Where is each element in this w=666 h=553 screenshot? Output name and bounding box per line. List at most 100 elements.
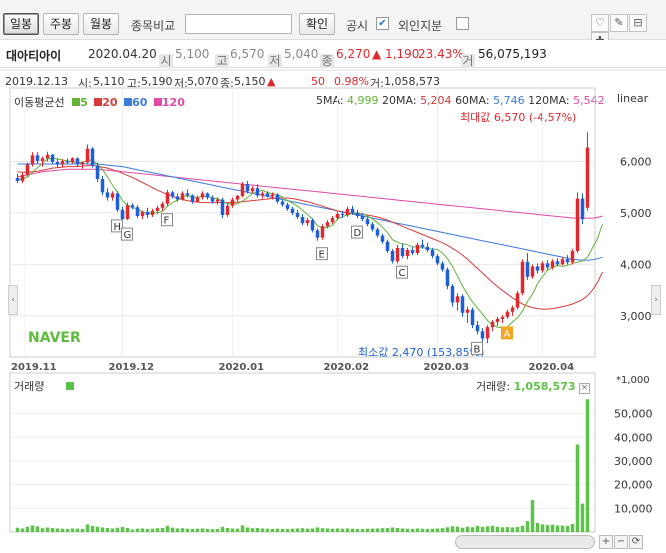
zoom-out-icon[interactable]: − [614, 535, 628, 549]
candle-body [160, 203, 165, 208]
volume-bar [435, 528, 440, 532]
naver-watermark: NAVER [28, 330, 81, 346]
volume-bar [490, 525, 495, 532]
volume-bar [390, 527, 395, 532]
candle-body [60, 160, 65, 165]
volume-bar [570, 523, 575, 532]
candle-body [390, 250, 395, 262]
volume-bar [35, 526, 40, 532]
volume-bar [245, 527, 250, 532]
price-chart[interactable]: HG F E D C B A 3,000 4,000 5,000 6,000 10,000 20,00… [0, 0, 666, 553]
candle-body [150, 210, 155, 215]
volume-bar [550, 524, 555, 532]
x-tick-label: 2020.01 [219, 362, 265, 373]
volume-bar [310, 528, 315, 532]
candle-body [255, 188, 260, 196]
candle-body [75, 158, 80, 165]
y-tick-label: 6,000 [620, 155, 652, 168]
volume-bar [165, 525, 170, 532]
candle-body [120, 209, 125, 220]
volume-bar [305, 528, 310, 532]
volume-bar [285, 528, 290, 532]
volume-bar [25, 526, 30, 532]
candle-body [190, 195, 195, 202]
candle-body [215, 199, 220, 202]
volume-bar [150, 528, 155, 532]
volume-tick-label: 20,000 [614, 479, 653, 492]
volume-bar [235, 528, 240, 532]
candle-body [440, 263, 445, 270]
volume-bar [130, 529, 135, 532]
candle-body [105, 192, 110, 198]
y-tick-label: 5,000 [620, 207, 652, 220]
volume-bar [265, 528, 270, 532]
candle-body [245, 184, 250, 192]
candle-body [470, 309, 475, 326]
candle-body [325, 222, 330, 227]
event-marker-label: B [474, 344, 481, 355]
scroll-right-icon[interactable]: › [651, 285, 661, 315]
candle-body [155, 207, 160, 211]
ma20-line [17, 165, 603, 310]
volume-bar [105, 527, 110, 532]
volume-bar [325, 528, 330, 532]
volume-bar [155, 528, 160, 532]
volume-bar [565, 525, 570, 532]
volume-bar [475, 525, 480, 532]
candle-body [540, 263, 545, 271]
candle-body [335, 213, 340, 219]
volume-bar [190, 528, 195, 532]
volume-bar [90, 525, 95, 532]
volume-bar [425, 528, 430, 532]
volume-bar [185, 528, 190, 532]
candle-body [235, 195, 240, 200]
volume-bar [370, 528, 375, 532]
volume-bar [375, 528, 380, 532]
candle-body [575, 198, 580, 251]
candle-body [90, 148, 95, 166]
candle-body [480, 331, 485, 339]
candle-body [460, 296, 465, 313]
volume-bar [255, 527, 260, 532]
candle-body [290, 208, 295, 213]
candle-body [525, 261, 530, 277]
volume-bar [30, 525, 35, 532]
reset-icon[interactable]: ⟳ [629, 535, 643, 549]
candle-body [55, 161, 60, 165]
volume-tick-label: 30,000 [614, 455, 653, 468]
scroll-left-icon[interactable]: ‹ [8, 285, 18, 315]
volume-bar [330, 528, 335, 532]
volume-bar [495, 526, 500, 532]
volume-bar [180, 528, 185, 532]
candle-body [50, 154, 55, 162]
volume-bar [195, 528, 200, 532]
chart-scrollbar[interactable] [455, 535, 595, 549]
candle-body [205, 193, 210, 198]
zoom-in-icon[interactable]: + [599, 535, 613, 549]
volume-bar [540, 524, 545, 532]
volume-bar [530, 500, 535, 532]
candle-body [500, 316, 505, 319]
ma5-line [17, 157, 603, 329]
candle-body [35, 155, 40, 161]
volume-bar [470, 527, 475, 532]
candle-body [560, 259, 565, 265]
volume-bar [400, 528, 405, 532]
candle-body [340, 213, 345, 215]
candle-body [125, 205, 130, 220]
volume-bar [360, 528, 365, 532]
volume-bar [175, 528, 180, 532]
candle-body [40, 158, 45, 161]
volume-bar [560, 525, 565, 532]
candle-body [350, 208, 355, 213]
volume-bar [395, 527, 400, 532]
volume-bar [585, 399, 590, 532]
candle-body [260, 193, 265, 196]
candle-body [185, 193, 190, 196]
volume-bar [120, 527, 125, 532]
x-tick-label: 2020.02 [324, 362, 370, 373]
volume-bar [315, 527, 320, 532]
volume-bar [455, 526, 460, 532]
volume-bar [100, 527, 105, 532]
candle-body [530, 266, 535, 277]
